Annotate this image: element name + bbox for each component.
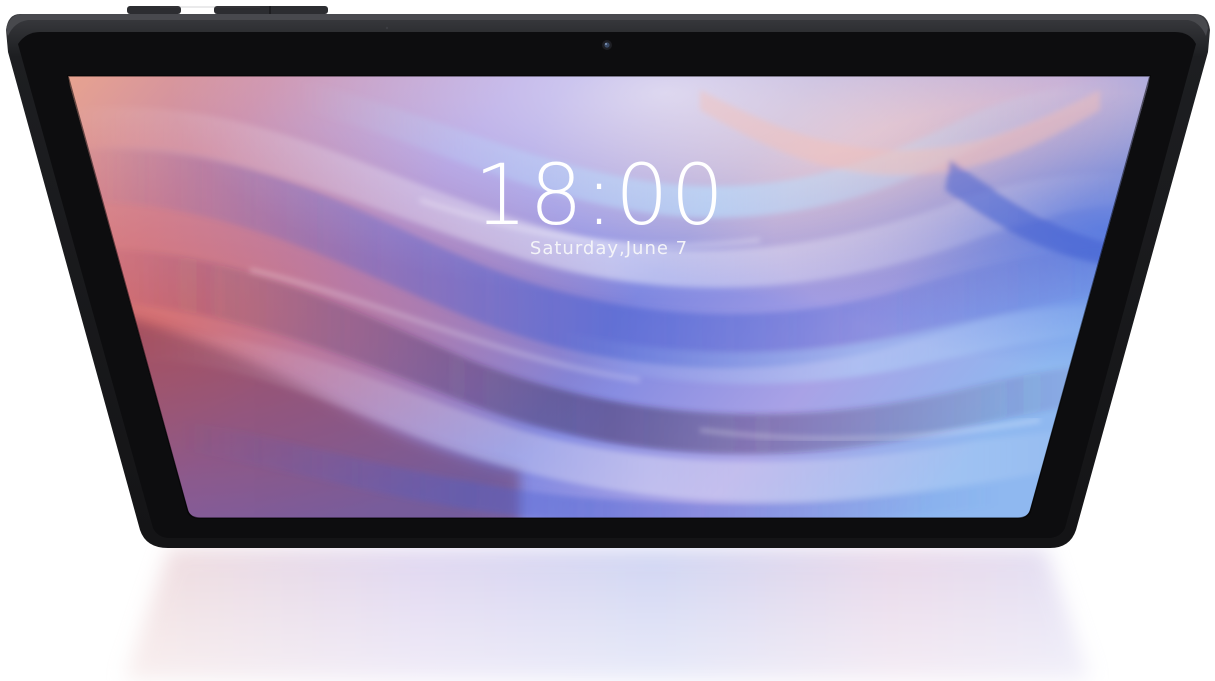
lock-screen-wallpaper: 18:00 Saturday,June 7 [68,76,1150,518]
front-camera-icon [602,40,612,50]
lock-screen-date: Saturday,June 7 [530,238,688,259]
tablet-illustration: 18:00 Saturday,June 7 [6,6,1210,681]
hardware-buttons [127,6,328,14]
lock-screen-time: 18:00 [474,146,726,244]
surface-reflection [105,548,1110,681]
product-photo: 18:00 Saturday,June 7 [0,0,1215,681]
